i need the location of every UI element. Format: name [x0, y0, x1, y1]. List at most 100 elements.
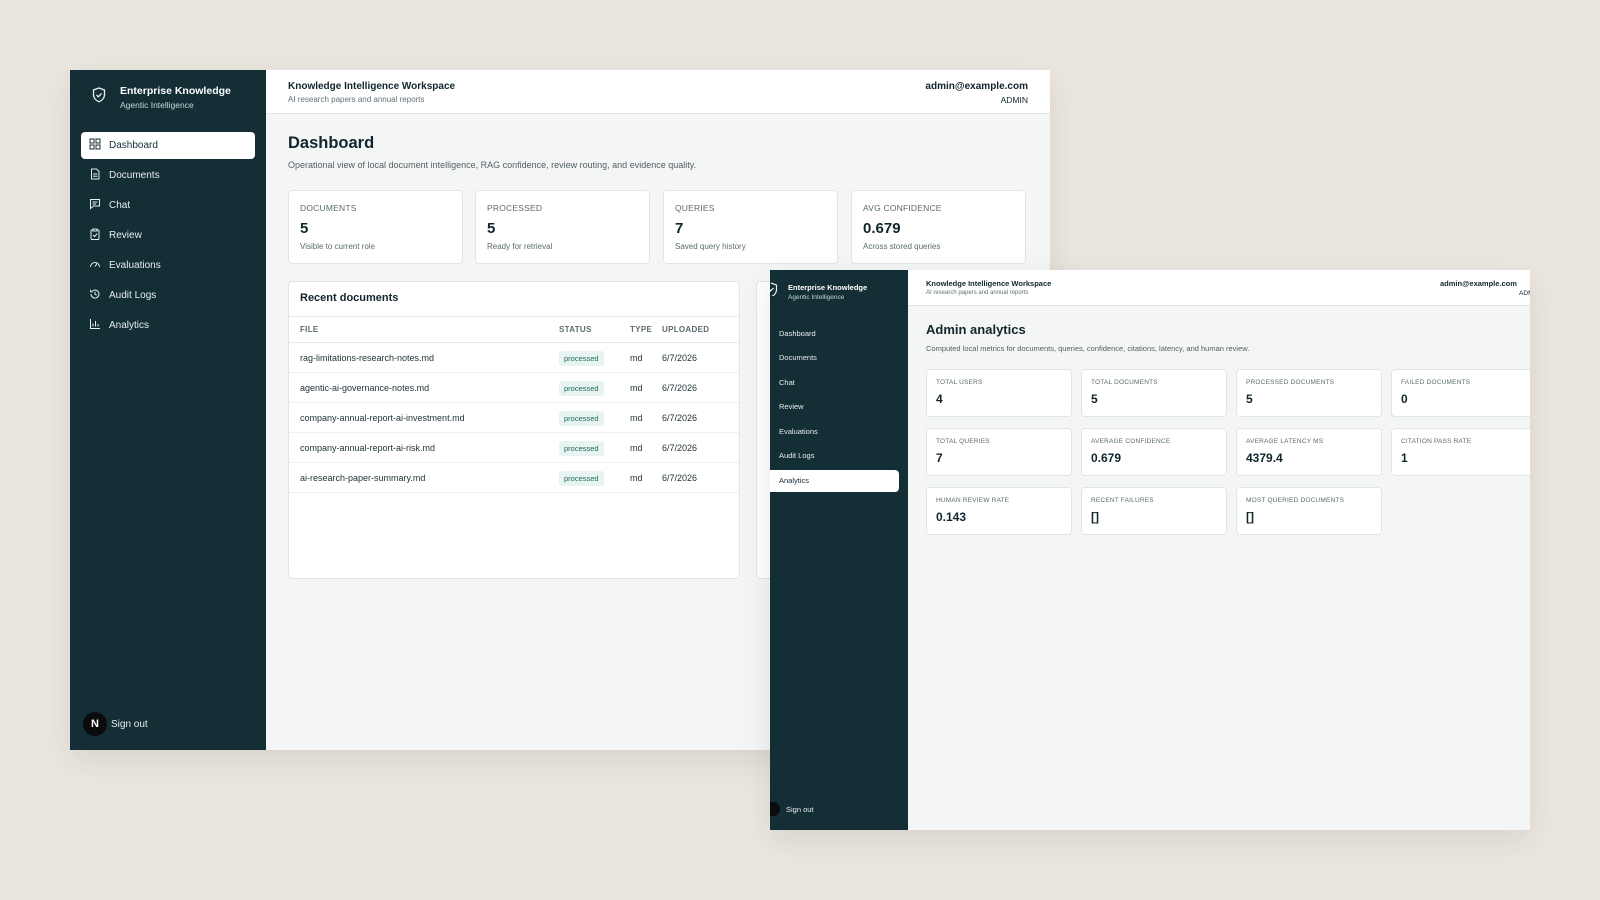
metric-label: CITATION PASS RATE: [1401, 438, 1472, 445]
stat-caption: Visible to current role: [300, 242, 375, 251]
metric-value: 4379.4: [1246, 451, 1283, 465]
metric-label: TOTAL QUERIES: [936, 438, 990, 445]
table-header-row: FILE STATUS TYPE UPLOADED: [289, 316, 739, 343]
stat-label: DOCUMENTS: [300, 203, 357, 213]
sidebar: Enterprise Knowledge Agentic Intelligenc…: [770, 270, 908, 830]
chat-icon: [89, 198, 101, 213]
metric-card-total-documents: TOTAL DOCUMENTS 5: [1081, 369, 1227, 417]
table-row[interactable]: rag-limitations-research-notes.md proces…: [289, 342, 739, 373]
file-name: ai-research-paper-summary.md: [289, 462, 559, 493]
table-row[interactable]: company-annual-report-ai-risk.md process…: [289, 432, 739, 463]
metric-label: FAILED DOCUMENTS: [1401, 379, 1471, 386]
sidebar-item-label: Dashboard: [779, 328, 816, 338]
sidebar-item-documents[interactable]: Documents: [81, 162, 255, 189]
recent-documents-title: Recent documents: [300, 292, 399, 304]
sidebar-item-label: Audit Logs: [779, 451, 815, 461]
status-cell: processed: [559, 432, 630, 463]
metric-value: 0: [1401, 392, 1408, 406]
brand-subtitle: Agentic Intelligence: [788, 293, 845, 301]
stat-card-avg-confidence: AVG CONFIDENCE 0.679 Across stored queri…: [851, 190, 1026, 264]
topbar: Knowledge Intelligence Workspace AI rese…: [266, 70, 1050, 114]
sidebar-item-label: Review: [779, 402, 804, 412]
sidebar-nav: Dashboard Documents Chat Review Evaluati…: [770, 322, 899, 494]
stat-value: 5: [300, 220, 309, 237]
account-role: ADMIN: [1000, 95, 1028, 105]
file-name: rag-limitations-research-notes.md: [289, 342, 559, 373]
sidebar-item-review[interactable]: Review: [770, 396, 899, 418]
sidebar-item-label: Analytics: [779, 476, 810, 486]
sign-out-button[interactable]: Sign out: [770, 802, 814, 816]
metric-label: TOTAL DOCUMENTS: [1091, 379, 1158, 386]
topbar: Knowledge Intelligence Workspace AI rese…: [908, 270, 1530, 306]
sidebar-item-evaluations[interactable]: Evaluations: [81, 252, 255, 279]
recent-documents-card: Recent documents FILE STATUS TYPE UPLOAD…: [288, 281, 740, 579]
metric-label: TOTAL USERS: [936, 379, 983, 386]
stat-caption: Saved query history: [675, 242, 746, 251]
sidebar-item-label: Chat: [109, 200, 131, 211]
metric-card-average-latency: AVERAGE LATENCY MS 4379.4: [1236, 428, 1382, 476]
sidebar-item-dashboard[interactable]: Dashboard: [81, 132, 255, 159]
table-row[interactable]: ai-research-paper-summary.md processed m…: [289, 462, 739, 493]
sidebar-item-label: Audit Logs: [109, 290, 157, 301]
sidebar-item-audit-logs[interactable]: Audit Logs: [770, 445, 899, 467]
sidebar-item-documents[interactable]: Documents: [770, 347, 899, 369]
sidebar-item-label: Evaluations: [779, 426, 818, 436]
sidebar-item-dashboard[interactable]: Dashboard: [770, 322, 899, 344]
dashboard-grid-icon: [89, 138, 101, 153]
table-row[interactable]: company-annual-report-ai-investment.md p…: [289, 402, 739, 433]
metric-card-most-queried-documents: MOST QUERIED DOCUMENTS []: [1236, 487, 1382, 535]
shield-icon: [92, 87, 106, 108]
account-role: ADMIN: [1519, 290, 1530, 297]
status-cell: processed: [559, 402, 630, 433]
account-email: admin@example.com: [925, 81, 1028, 92]
metric-card-failed-documents: FAILED DOCUMENTS 0: [1391, 369, 1530, 417]
sidebar-item-review[interactable]: Review: [81, 222, 255, 249]
metric-card-recent-failures: RECENT FAILURES []: [1081, 487, 1227, 535]
stat-label: QUERIES: [675, 203, 715, 213]
stat-label: PROCESSED: [487, 203, 543, 213]
status-cell: processed: [559, 372, 630, 403]
sidebar-item-analytics[interactable]: Analytics: [770, 469, 899, 492]
type-cell: md: [630, 432, 662, 463]
account-email: admin@example.com: [1440, 279, 1517, 288]
metric-value: 1: [1401, 451, 1408, 465]
type-cell: md: [630, 372, 662, 403]
sign-out-button[interactable]: N Sign out: [83, 712, 148, 736]
stat-card-documents: DOCUMENTS 5 Visible to current role: [288, 190, 463, 264]
stat-label: AVG CONFIDENCE: [863, 203, 942, 213]
brand: Enterprise Knowledge Agentic Intelligenc…: [770, 282, 867, 301]
account-info[interactable]: admin@example.com ADMIN: [1440, 279, 1530, 297]
account-info[interactable]: admin@example.com ADMIN: [925, 81, 1028, 105]
table-row[interactable]: agentic-ai-governance-notes.md processed…: [289, 372, 739, 403]
type-cell: md: [630, 462, 662, 493]
sidebar: Enterprise Knowledge Agentic Intelligenc…: [70, 70, 266, 750]
sidebar-item-label: Dashboard: [109, 140, 158, 151]
type-cell: md: [630, 342, 662, 373]
stat-value: 0.679: [863, 220, 901, 237]
type-cell: md: [630, 402, 662, 433]
column-header-status: STATUS: [559, 316, 630, 343]
status-badge: processed: [559, 350, 604, 366]
metric-value: 5: [1091, 392, 1098, 406]
metric-label: AVERAGE LATENCY MS: [1246, 438, 1324, 445]
sidebar-item-evaluations[interactable]: Evaluations: [770, 420, 899, 442]
sidebar-item-label: Analytics: [109, 320, 150, 331]
file-name: company-annual-report-ai-investment.md: [289, 402, 559, 433]
brand-name: Enterprise Knowledge: [788, 282, 868, 292]
metric-value: 4: [936, 392, 943, 406]
metric-value: 5: [1246, 392, 1253, 406]
status-badge: processed: [559, 440, 604, 456]
file-name: agentic-ai-governance-notes.md: [289, 372, 559, 403]
stat-caption: Across stored queries: [863, 242, 941, 251]
metric-label: PROCESSED DOCUMENTS: [1246, 379, 1335, 386]
metric-value: 0.143: [936, 510, 967, 524]
sidebar-item-label: Evaluations: [109, 260, 161, 271]
n-badge-icon: [770, 802, 780, 816]
stat-card-queries: QUERIES 7 Saved query history: [663, 190, 838, 264]
sidebar-item-audit-logs[interactable]: Audit Logs: [81, 282, 255, 309]
sidebar-item-chat[interactable]: Chat: [770, 371, 899, 393]
sidebar-item-label: Chat: [779, 377, 795, 387]
page-title: Dashboard: [288, 134, 375, 152]
sidebar-item-chat[interactable]: Chat: [81, 192, 255, 219]
sidebar-item-analytics[interactable]: Analytics: [81, 312, 255, 339]
